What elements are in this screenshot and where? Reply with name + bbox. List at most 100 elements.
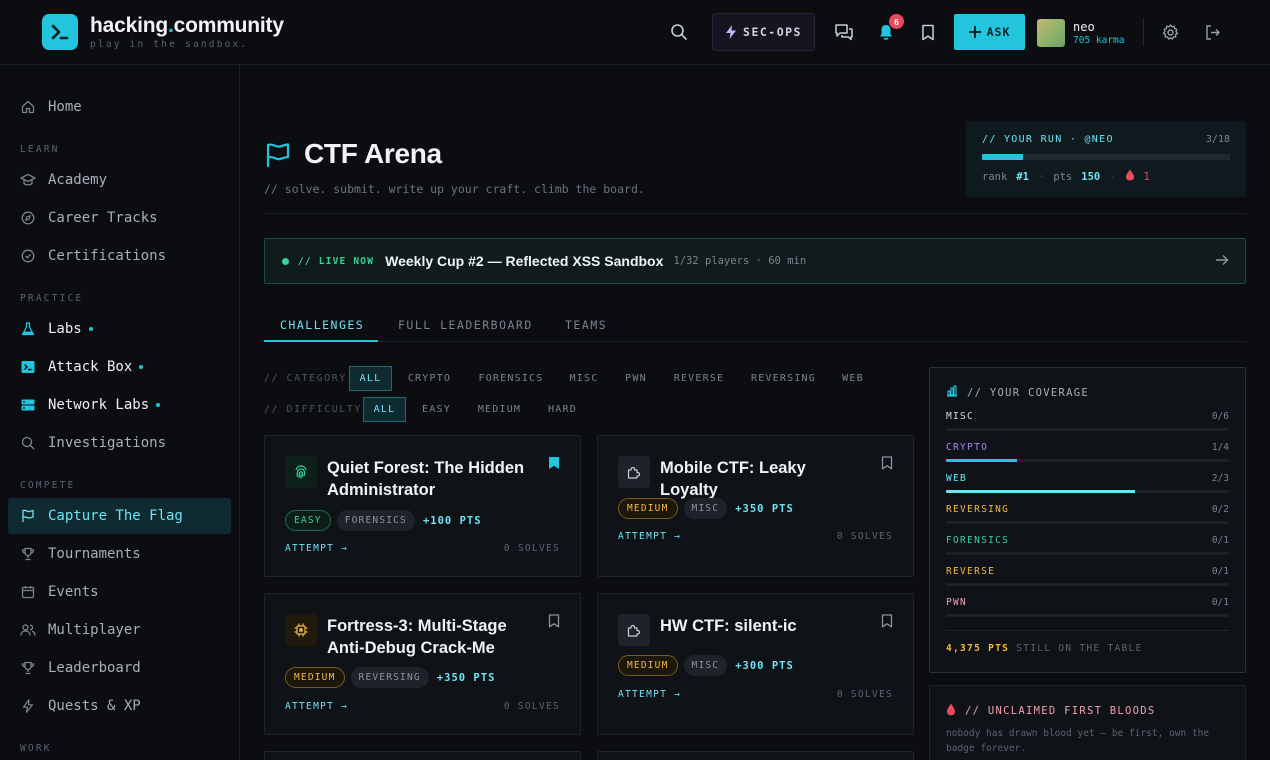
- points-badge: +100 PTS: [422, 514, 482, 527]
- challenge-tags: MEDIUM MISC +300 PTS: [618, 655, 794, 676]
- coverage-bar: [946, 521, 1229, 524]
- sidebar-item-capture-the-flag[interactable]: Capture The Flag: [8, 498, 231, 534]
- search-icon[interactable]: [668, 21, 690, 43]
- sidebar-item-home[interactable]: Home: [8, 89, 231, 125]
- user-name[interactable]: neo: [1073, 20, 1095, 34]
- sidebar-item-academy[interactable]: Academy: [8, 162, 231, 198]
- bookmark-icon[interactable]: [881, 456, 893, 475]
- difficulty-chip-hard[interactable]: HARD: [541, 397, 584, 422]
- sidebar-item-label: Leaderboard: [48, 660, 141, 676]
- run-progress-fill: [982, 154, 1024, 160]
- sidebar-item-events[interactable]: Events: [8, 574, 231, 610]
- challenge-card[interactable]: HW CTF: silent-ic MEDIUM MISC +300 PTS A…: [597, 593, 914, 735]
- category-badge: FORENSICS: [336, 510, 415, 531]
- coverage-category: WEB: [946, 473, 968, 484]
- challenge-card[interactable]: [597, 751, 914, 760]
- first-bloods-title: // UNCLAIMED FIRST BLOODS: [965, 705, 1156, 717]
- live-indicator-dot: [139, 365, 144, 369]
- sidebar-item-career-tracks[interactable]: Career Tracks: [8, 200, 231, 236]
- terminal-icon: [20, 359, 36, 375]
- attempt-link[interactable]: ATTEMPT →: [285, 543, 348, 554]
- tab-teams[interactable]: TEAMS: [565, 318, 607, 332]
- sec-ops-button[interactable]: SEC-OPS: [712, 13, 815, 51]
- arrow-right-icon[interactable]: [1215, 253, 1229, 272]
- your-run-card: // YOUR RUN · @NEO 3/18 rank #1 · pts 15…: [966, 121, 1246, 197]
- live-indicator-dot: [156, 403, 161, 407]
- challenge-title[interactable]: Mobile CTF: Leaky Loyalty: [660, 457, 860, 501]
- pts-value: 150: [1081, 170, 1101, 183]
- terminal-logo-icon[interactable]: [42, 14, 78, 50]
- challenge-title[interactable]: Quiet Forest: The Hidden Administrator: [327, 457, 527, 501]
- header-divider: [264, 213, 1246, 214]
- category-chip-pwn[interactable]: PWN: [618, 366, 654, 391]
- sidebar-item-multiplayer[interactable]: Multiplayer: [8, 612, 231, 648]
- challenge-title[interactable]: Fortress-3: Multi-Stage Anti-Debug Crack…: [327, 615, 527, 659]
- category-chip-web[interactable]: WEB: [836, 366, 870, 391]
- solves-count: 0 SOLVES: [836, 531, 893, 542]
- attempt-link[interactable]: ATTEMPT →: [285, 701, 348, 712]
- coverage-header: // YOUR COVERAGE: [946, 385, 1089, 400]
- ask-button[interactable]: ASK: [954, 14, 1025, 50]
- trophy-icon: [20, 660, 36, 676]
- pts-label: pts: [1053, 170, 1073, 183]
- live-label: // LIVE NOW: [298, 255, 375, 267]
- difficulty-chip-easy[interactable]: EASY: [415, 397, 458, 422]
- lightning-icon: [726, 25, 737, 39]
- bookmark-icon[interactable]: [548, 614, 560, 633]
- tab-challenges[interactable]: CHALLENGES: [280, 318, 364, 332]
- coverage-footer: 4,375 PTS STILL ON THE TABLE: [946, 643, 1143, 654]
- challenge-card[interactable]: Quiet Forest: The Hidden Administrator E…: [264, 435, 581, 577]
- sidebar-item-quests-xp[interactable]: Quests & XP: [8, 688, 231, 724]
- user-karma: 705 karma: [1073, 35, 1125, 46]
- category-chip-all[interactable]: ALL: [349, 366, 392, 391]
- challenge-card[interactable]: Fortress-3: Multi-Stage Anti-Debug Crack…: [264, 593, 581, 735]
- difficulty-badge: MEDIUM: [618, 655, 678, 676]
- sidebar-item-labs[interactable]: Labs: [8, 311, 231, 347]
- brand-name[interactable]: hacking.community: [90, 14, 284, 38]
- sidebar-item-label: Tournaments: [48, 546, 141, 562]
- sidebar-item-investigations[interactable]: Investigations: [8, 425, 231, 461]
- attempt-link[interactable]: ATTEMPT →: [618, 531, 681, 542]
- trophy-icon: [20, 546, 36, 562]
- difficulty-chip-medium[interactable]: MEDIUM: [471, 397, 528, 422]
- bookmark-icon[interactable]: [881, 614, 893, 633]
- live-event-meta: 1/32 players · 60 min: [673, 255, 807, 267]
- difficulty-chip-all[interactable]: ALL: [363, 397, 406, 422]
- category-chip-forensics[interactable]: FORENSICS: [471, 366, 551, 391]
- avatar[interactable]: [1037, 19, 1065, 47]
- live-now-banner[interactable]: // LIVE NOW Weekly Cup #2 — Reflected XS…: [264, 238, 1246, 284]
- sidebar-item-tournaments[interactable]: Tournaments: [8, 536, 231, 572]
- category-chip-crypto[interactable]: CRYPTO: [401, 366, 458, 391]
- challenge-tags: EASY FORENSICS +100 PTS: [285, 510, 482, 531]
- category-chip-reversing[interactable]: REVERSING: [745, 366, 822, 391]
- attempt-link[interactable]: ATTEMPT →: [618, 689, 681, 700]
- separator-dot: ·: [1037, 170, 1045, 183]
- sidebar-item-certifications[interactable]: Certifications: [8, 238, 231, 274]
- sidebar-section-practice: PRACTICE: [20, 293, 84, 304]
- chat-icon[interactable]: [833, 21, 855, 43]
- challenge-card[interactable]: [264, 751, 581, 760]
- coverage-count: 1/4: [1211, 442, 1229, 453]
- users-icon: [20, 622, 36, 638]
- page-title: CTF Arena: [304, 138, 442, 169]
- challenge-title[interactable]: HW CTF: silent-ic: [660, 615, 860, 637]
- blood-drop-icon: [946, 703, 956, 719]
- bookmark-icon[interactable]: [917, 21, 939, 43]
- tab-full-leaderboard[interactable]: FULL LEADERBOARD: [398, 318, 533, 332]
- calendar-icon: [20, 584, 36, 600]
- bookmark-filled-icon[interactable]: [548, 456, 560, 475]
- points-remaining: 4,375 PTS: [946, 643, 1010, 654]
- sidebar-item-leaderboard[interactable]: Leaderboard: [8, 650, 231, 686]
- category-chip-reverse[interactable]: REVERSE: [667, 366, 731, 391]
- coverage-category: REVERSE: [946, 566, 996, 577]
- active-tab-underline: [264, 340, 378, 342]
- logout-icon[interactable]: [1201, 21, 1223, 43]
- challenge-card[interactable]: Mobile CTF: Leaky Loyalty MEDIUM MISC +3…: [597, 435, 914, 577]
- category-chip-misc[interactable]: MISC: [563, 366, 605, 391]
- flag-icon: [20, 508, 36, 524]
- sidebar-section-compete: COMPETE: [20, 480, 76, 491]
- sidebar-item-network-labs[interactable]: Network Labs: [8, 387, 231, 423]
- sidebar-item-attack-box[interactable]: Attack Box: [8, 349, 231, 385]
- difficulty-badge: EASY: [285, 510, 331, 531]
- gear-icon[interactable]: [1159, 21, 1181, 43]
